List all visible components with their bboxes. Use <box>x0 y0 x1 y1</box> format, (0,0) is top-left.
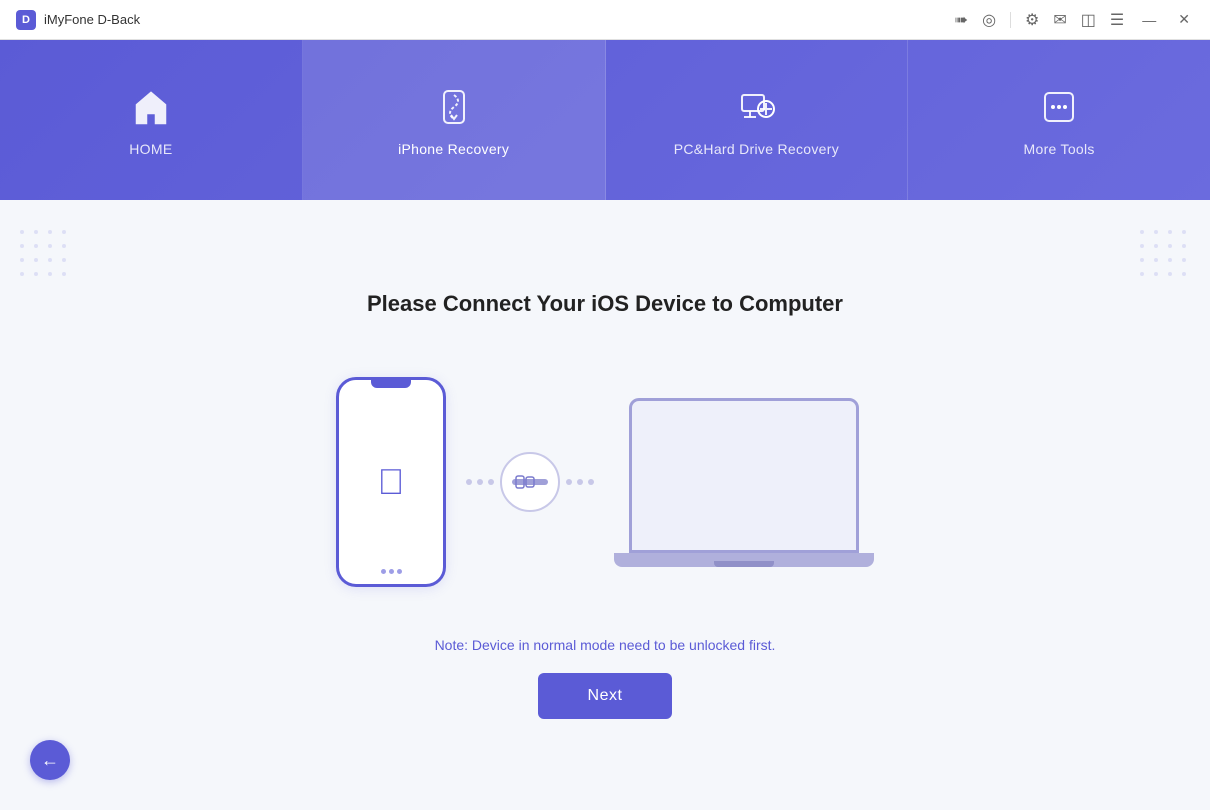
title-bar-right: ➠ ◎ ⚙ ✉ ◫ ☰ — ✕ <box>955 9 1194 30</box>
apple-logo:  <box>378 464 405 500</box>
connect-title: Please Connect Your iOS Device to Comput… <box>367 291 843 317</box>
close-button[interactable]: ✕ <box>1174 9 1194 30</box>
app-logo: D <box>16 10 36 30</box>
decorative-dots-left <box>20 230 70 280</box>
user-icon[interactable]: ◎ <box>982 10 996 30</box>
nav-item-iphone-recovery[interactable]: iPhone Recovery <box>303 40 606 200</box>
nav-bar: HOME iPhone Recovery PC&Hard Drive Recov… <box>0 40 1210 200</box>
mail-icon[interactable]: ✉ <box>1053 10 1066 30</box>
nav-item-more-tools[interactable]: More Tools <box>908 40 1210 200</box>
app-title: iMyFone D-Back <box>44 12 140 27</box>
title-bar-left: D iMyFone D-Back <box>16 10 140 30</box>
nav-item-home[interactable]: HOME <box>0 40 303 200</box>
decorative-dots-right <box>1140 230 1190 280</box>
minimize-button[interactable]: — <box>1138 10 1160 30</box>
next-button[interactable]: Next <box>538 673 673 719</box>
laptop-screen <box>629 398 859 553</box>
chat-icon[interactable]: ◫ <box>1081 10 1096 30</box>
menu-icon[interactable]: ☰ <box>1110 10 1124 30</box>
laptop-base <box>614 553 874 567</box>
home-label: HOME <box>129 141 172 157</box>
iphone-notch <box>371 380 411 388</box>
illustration:  <box>336 377 874 587</box>
pc-recovery-label: PC&Hard Drive Recovery <box>674 141 839 157</box>
dot-group-left <box>466 479 494 485</box>
more-tools-label: More Tools <box>1024 141 1095 157</box>
pc-recovery-icon <box>732 83 780 131</box>
home-icon <box>127 83 175 131</box>
iphone-illustration:  <box>336 377 446 587</box>
more-tools-icon <box>1035 83 1083 131</box>
connector-illustration <box>466 452 594 512</box>
iphone-bottom-dots <box>381 569 402 574</box>
nav-item-pc-recovery[interactable]: PC&Hard Drive Recovery <box>606 40 909 200</box>
dot-group-right <box>566 479 594 485</box>
share-icon[interactable]: ➠ <box>955 10 968 30</box>
laptop-illustration <box>614 398 874 567</box>
title-bar: D iMyFone D-Back ➠ ◎ ⚙ ✉ ◫ ☰ — ✕ <box>0 0 1210 40</box>
divider <box>1010 12 1011 28</box>
note-text: Note: Device in normal mode need to be u… <box>435 637 776 653</box>
usb-connector <box>500 452 560 512</box>
back-button[interactable]: ← <box>30 740 70 780</box>
iphone-device:  <box>336 377 446 587</box>
iphone-recovery-label: iPhone Recovery <box>398 141 509 157</box>
main-content: Please Connect Your iOS Device to Comput… <box>0 200 1210 810</box>
iphone-recovery-icon <box>430 83 478 131</box>
settings-icon[interactable]: ⚙ <box>1025 10 1039 30</box>
